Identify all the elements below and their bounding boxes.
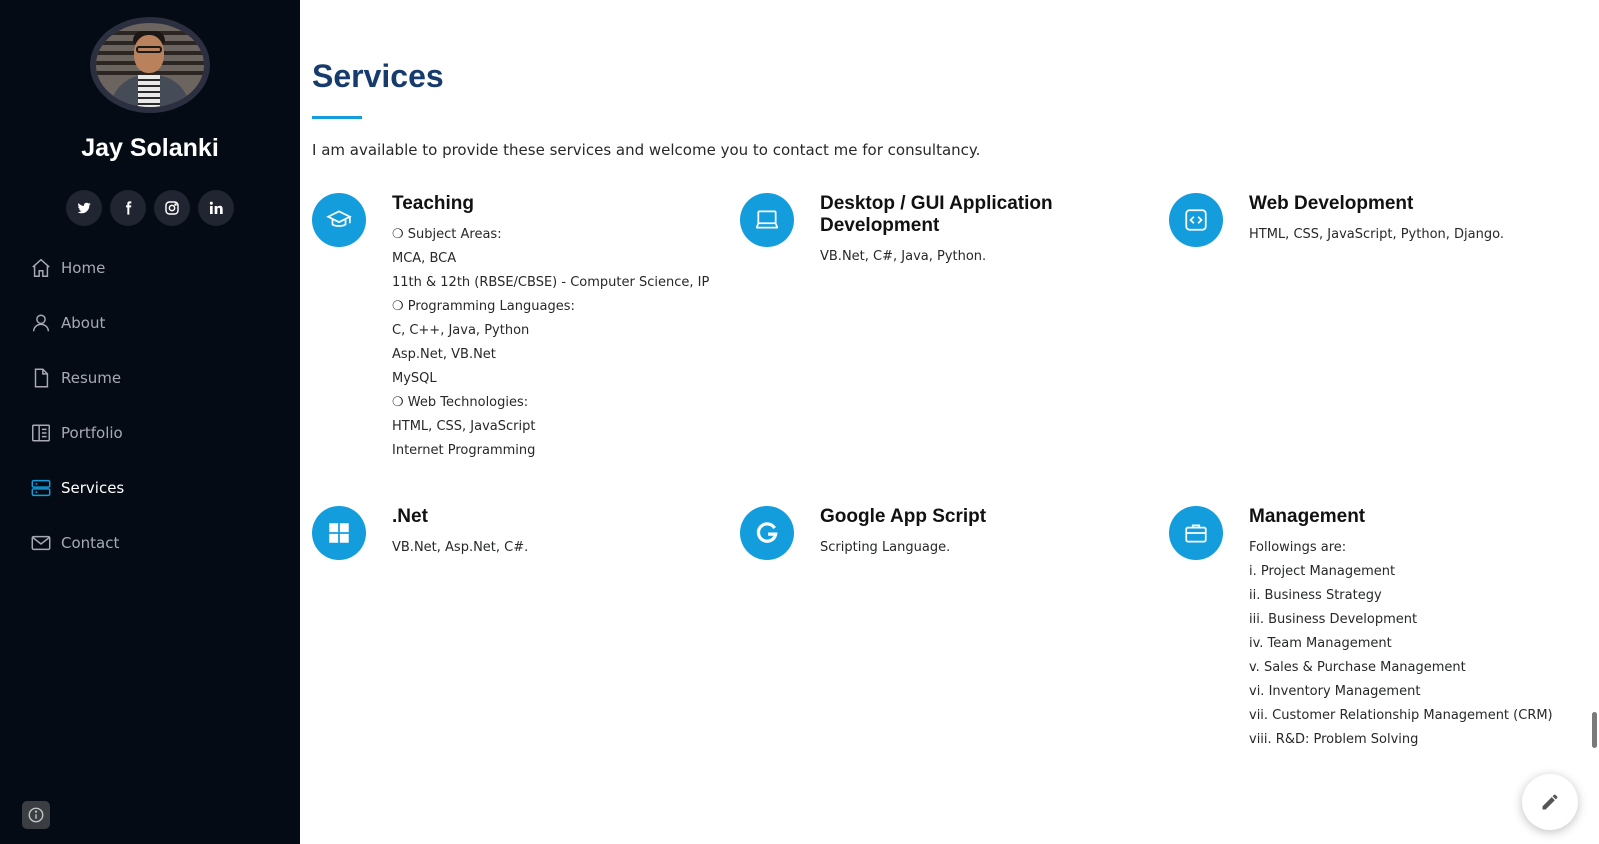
profile-name[interactable]: Jay Solanki <box>0 134 300 163</box>
scrollbar-thumb[interactable] <box>1592 712 1597 748</box>
service-line: C, C++, Java, Python <box>392 323 530 338</box>
nav-item-home[interactable]: Home <box>30 240 124 295</box>
nav-label-portfolio: Portfolio <box>61 423 123 442</box>
service-line: ❍ Subject Areas: <box>392 227 502 242</box>
sidebar: Jay Solanki Home About Resume Portfolio … <box>0 0 300 844</box>
nav-label-resume: Resume <box>61 368 122 387</box>
service-title: Google App Script <box>820 506 987 527</box>
user-icon <box>30 312 52 334</box>
service-details: ❍ Subject Areas: MCA, BCA 11th & 12th (R… <box>392 223 722 463</box>
service-line: vii. Customer Relationship Management (C… <box>1249 708 1553 723</box>
service-line: vi. Inventory Management <box>1249 684 1421 699</box>
service-line: ii. Business Strategy <box>1249 588 1382 603</box>
service-title: Desktop / GUI Application Development <box>820 193 1053 236</box>
service-details: Followings are: i. Project Management ii… <box>1249 536 1579 752</box>
book-icon <box>30 422 52 444</box>
instagram-icon[interactable] <box>154 190 190 226</box>
info-icon[interactable] <box>22 801 50 829</box>
laptop-icon <box>740 193 794 247</box>
nav-menu: Home About Resume Portfolio Services Con… <box>30 240 124 570</box>
service-line: Followings are: <box>1249 540 1347 555</box>
nav-item-services[interactable]: Services <box>30 460 124 515</box>
service-line: i. Project Management <box>1249 564 1396 579</box>
nav-label-services: Services <box>61 478 125 497</box>
code-icon <box>1169 193 1223 247</box>
service-line: Internet Programming <box>392 443 536 458</box>
nav-label-about: About <box>61 313 106 332</box>
avatar[interactable] <box>90 17 210 113</box>
graduation-cap-icon <box>312 193 366 247</box>
home-icon <box>30 257 52 279</box>
service-line: Asp.Net, VB.Net <box>392 347 496 362</box>
twitter-icon[interactable] <box>66 190 102 226</box>
service-line: MySQL <box>392 371 437 386</box>
service-title: Web Development <box>1249 193 1414 214</box>
service-line: 11th & 12th (RBSE/CBSE) - Computer Scien… <box>392 275 710 290</box>
file-icon <box>30 367 52 389</box>
service-line: HTML, CSS, JavaScript, Python, Django. <box>1249 227 1504 242</box>
service-title: Management <box>1249 506 1366 527</box>
services-section: Services I am available to provide these… <box>300 0 1581 844</box>
service-line: Scripting Language. <box>820 540 951 555</box>
service-title: .Net <box>392 506 428 527</box>
section-title: Services <box>312 58 444 94</box>
service-line: VB.Net, Asp.Net, C#. <box>392 540 529 555</box>
section-intro: I am available to provide these services… <box>312 141 981 159</box>
service-details: VB.Net, C#, Java, Python. <box>820 245 1150 269</box>
service-line: VB.Net, C#, Java, Python. <box>820 249 987 264</box>
service-line: iv. Team Management <box>1249 636 1392 651</box>
facebook-icon[interactable] <box>110 190 146 226</box>
service-details: VB.Net, Asp.Net, C#. <box>392 536 722 560</box>
nav-item-contact[interactable]: Contact <box>30 515 124 570</box>
service-line: v. Sales & Purchase Management <box>1249 660 1466 675</box>
server-icon <box>30 477 52 499</box>
service-details: Scripting Language. <box>820 536 1150 560</box>
briefcase-icon <box>1169 506 1223 560</box>
title-underline <box>312 116 362 119</box>
nav-label-home: Home <box>61 258 106 277</box>
service-line: ❍ Programming Languages: <box>392 299 575 314</box>
service-line: ❍ Web Technologies: <box>392 395 529 410</box>
windows-icon <box>312 506 366 560</box>
service-line: HTML, CSS, JavaScript <box>392 419 536 434</box>
edit-button[interactable] <box>1522 774 1578 830</box>
nav-item-about[interactable]: About <box>30 295 124 350</box>
envelope-icon <box>30 532 52 554</box>
service-line: MCA, BCA <box>392 251 457 266</box>
google-icon <box>740 506 794 560</box>
service-title: Teaching <box>392 193 474 214</box>
nav-item-resume[interactable]: Resume <box>30 350 124 405</box>
linkedin-icon[interactable] <box>198 190 234 226</box>
service-details: HTML, CSS, JavaScript, Python, Django. <box>1249 223 1579 247</box>
service-line: viii. R&D: Problem Solving <box>1249 732 1419 747</box>
nav-item-portfolio[interactable]: Portfolio <box>30 405 124 460</box>
pencil-icon <box>1542 794 1558 810</box>
service-line: iii. Business Development <box>1249 612 1418 627</box>
nav-label-contact: Contact <box>61 533 120 552</box>
social-links <box>0 190 300 226</box>
